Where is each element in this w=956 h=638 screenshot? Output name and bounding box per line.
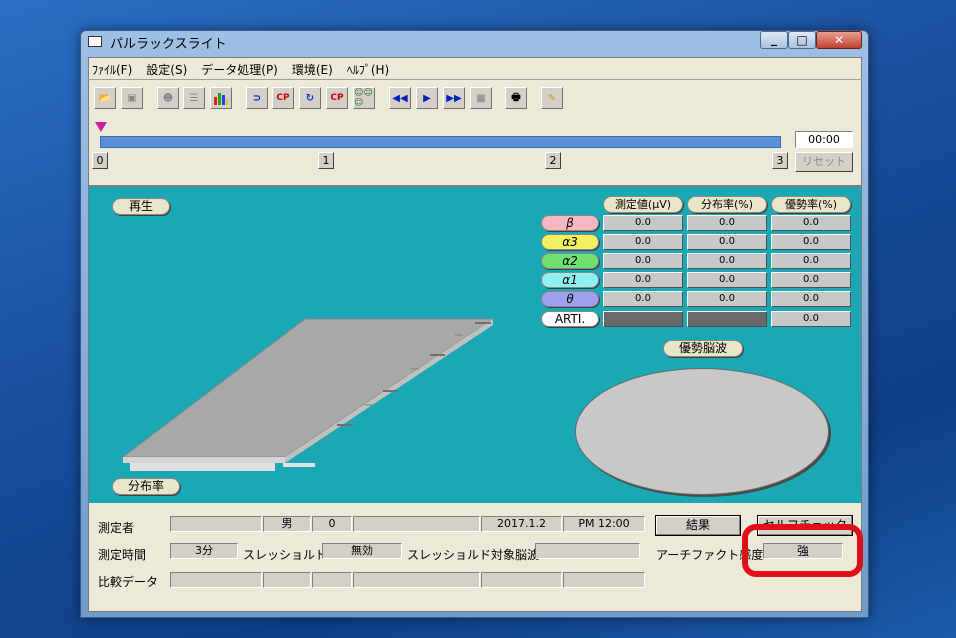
band-value-cell: 0.0 — [771, 311, 851, 327]
band-value-cell: 0.0 — [603, 215, 683, 231]
compare-field-5 — [481, 572, 562, 588]
minimize-button[interactable]: _ — [760, 31, 788, 49]
result-button[interactable]: 結果 — [655, 515, 741, 536]
compare-field-2 — [263, 572, 311, 588]
band-value-cell: 0.0 — [603, 291, 683, 307]
list-settings-icon[interactable]: ☰ — [183, 87, 205, 109]
close-button[interactable]: ✕ — [816, 31, 862, 49]
header-measured-value: 測定値(μV) — [603, 196, 683, 213]
band-value-cell: 0.0 — [603, 234, 683, 250]
band-value-cell — [603, 311, 683, 327]
threshold-label: スレッショルド — [243, 548, 328, 562]
band-label: α2 — [541, 253, 599, 269]
header-dominance-rate: 優勢率(%) — [771, 196, 851, 213]
compare-field-4 — [353, 572, 480, 588]
measurement-time-label: 測定時間 — [98, 548, 147, 562]
menu-file[interactable]: ﾌｧｲﾙ(F) — [92, 61, 132, 77]
band-value-cell: 0.0 — [603, 272, 683, 288]
band-value-cell: 0.0 — [687, 272, 767, 288]
measurer-date-field: 2017.1.2 — [481, 516, 562, 532]
maximize-button[interactable]: □ — [788, 31, 816, 49]
menu-environment[interactable]: 環境(E) — [292, 61, 333, 77]
open-folder-icon[interactable]: 📂 — [94, 87, 116, 109]
cp-refresh-icon[interactable]: CP — [326, 87, 348, 109]
printer-icon[interactable]: 🖶 — [505, 87, 527, 109]
compare-field-6 — [563, 572, 645, 588]
measurement-time-field: 3分 — [170, 543, 238, 559]
stop-icon[interactable]: ■ — [470, 87, 492, 109]
measurer-gender-field: 男 — [263, 516, 311, 532]
band-value-cell: 0.0 — [771, 215, 851, 231]
band-value-cell: 0.0 — [771, 253, 851, 269]
band-label: ARTI. — [541, 311, 599, 327]
band-label: θ — [541, 291, 599, 307]
threshold-target-label: スレッショルド対象脳波 — [407, 548, 540, 562]
rewind-icon[interactable]: ◀◀ — [389, 87, 411, 109]
band-value-cell: 0.0 — [687, 253, 767, 269]
band-value-cell: 0.0 — [771, 234, 851, 250]
highlight-annotation — [742, 524, 863, 577]
measurer-age-field: 0 — [312, 516, 352, 532]
playhead-marker-icon[interactable] — [95, 122, 107, 132]
person-icon[interactable]: ☻ — [157, 87, 179, 109]
band-value-cell — [687, 311, 767, 327]
band-value-cell: 0.0 — [603, 253, 683, 269]
bar-chart-icon[interactable] — [210, 87, 232, 109]
compare-field-1 — [170, 572, 262, 588]
header-distribution-rate: 分布率(%) — [687, 196, 767, 213]
play-icon[interactable]: ▶ — [416, 87, 438, 109]
menu-divider — [88, 79, 862, 80]
refresh-icon[interactable]: ↻ — [299, 87, 321, 109]
fast-forward-icon[interactable]: ▶▶ — [443, 87, 465, 109]
band-value-cell: 0.0 — [687, 291, 767, 307]
measurer-time-field: PM 12:00 — [563, 516, 645, 532]
cp-icon[interactable]: CP — [272, 87, 294, 109]
return-icon[interactable]: ⊃ — [246, 87, 268, 109]
distribution-rate-label: 分布率 — [112, 478, 180, 495]
playback-time: 00:00 — [795, 131, 853, 148]
group-icon[interactable]: ☺☺☺ — [353, 87, 375, 109]
threshold-field: 無効 — [322, 543, 402, 559]
save-icon[interactable]: ▣ — [121, 87, 143, 109]
band-value-cell: 0.0 — [771, 291, 851, 307]
marker-1[interactable]: 1 — [318, 152, 334, 169]
menu-help[interactable]: ﾍﾙﾌﾟ(H) — [347, 61, 389, 77]
band-label: α3 — [541, 234, 599, 250]
play-button[interactable]: 再生 — [112, 198, 170, 215]
compare-data-label: 比較データ — [98, 575, 159, 589]
band-value-cell: 0.0 — [687, 215, 767, 231]
dominant-wave-label: 優勢脳波 — [663, 340, 743, 357]
band-value-cell: 0.0 — [687, 234, 767, 250]
playback-progress-bar[interactable] — [100, 136, 781, 148]
band-value-cell: 0.0 — [771, 272, 851, 288]
marker-0[interactable]: 0 — [92, 152, 108, 169]
marker-3[interactable]: 3 — [772, 152, 788, 169]
app-icon — [88, 36, 102, 47]
measurer-memo-field — [353, 516, 480, 532]
window-title: パルラックスライト — [110, 37, 227, 52]
dominant-wave-ellipse — [575, 368, 829, 495]
menu-data-processing[interactable]: データ処理(P) — [201, 61, 278, 77]
band-label: α1 — [541, 272, 599, 288]
threshold-target-field — [535, 543, 640, 559]
edit-icon[interactable]: ✎ — [541, 87, 563, 109]
menu-settings[interactable]: 設定(S) — [146, 61, 187, 77]
reset-button[interactable]: リセット — [795, 152, 853, 172]
band-label: β — [541, 215, 599, 231]
menu-bar: ﾌｧｲﾙ(F) 設定(S) データ処理(P) 環境(E) ﾍﾙﾌﾟ(H) — [92, 61, 389, 77]
compare-field-3 — [312, 572, 352, 588]
marker-2[interactable]: 2 — [545, 152, 561, 169]
measurer-name-field — [170, 516, 262, 532]
measurer-label: 測定者 — [98, 521, 135, 535]
distribution-plate — [121, 318, 495, 471]
